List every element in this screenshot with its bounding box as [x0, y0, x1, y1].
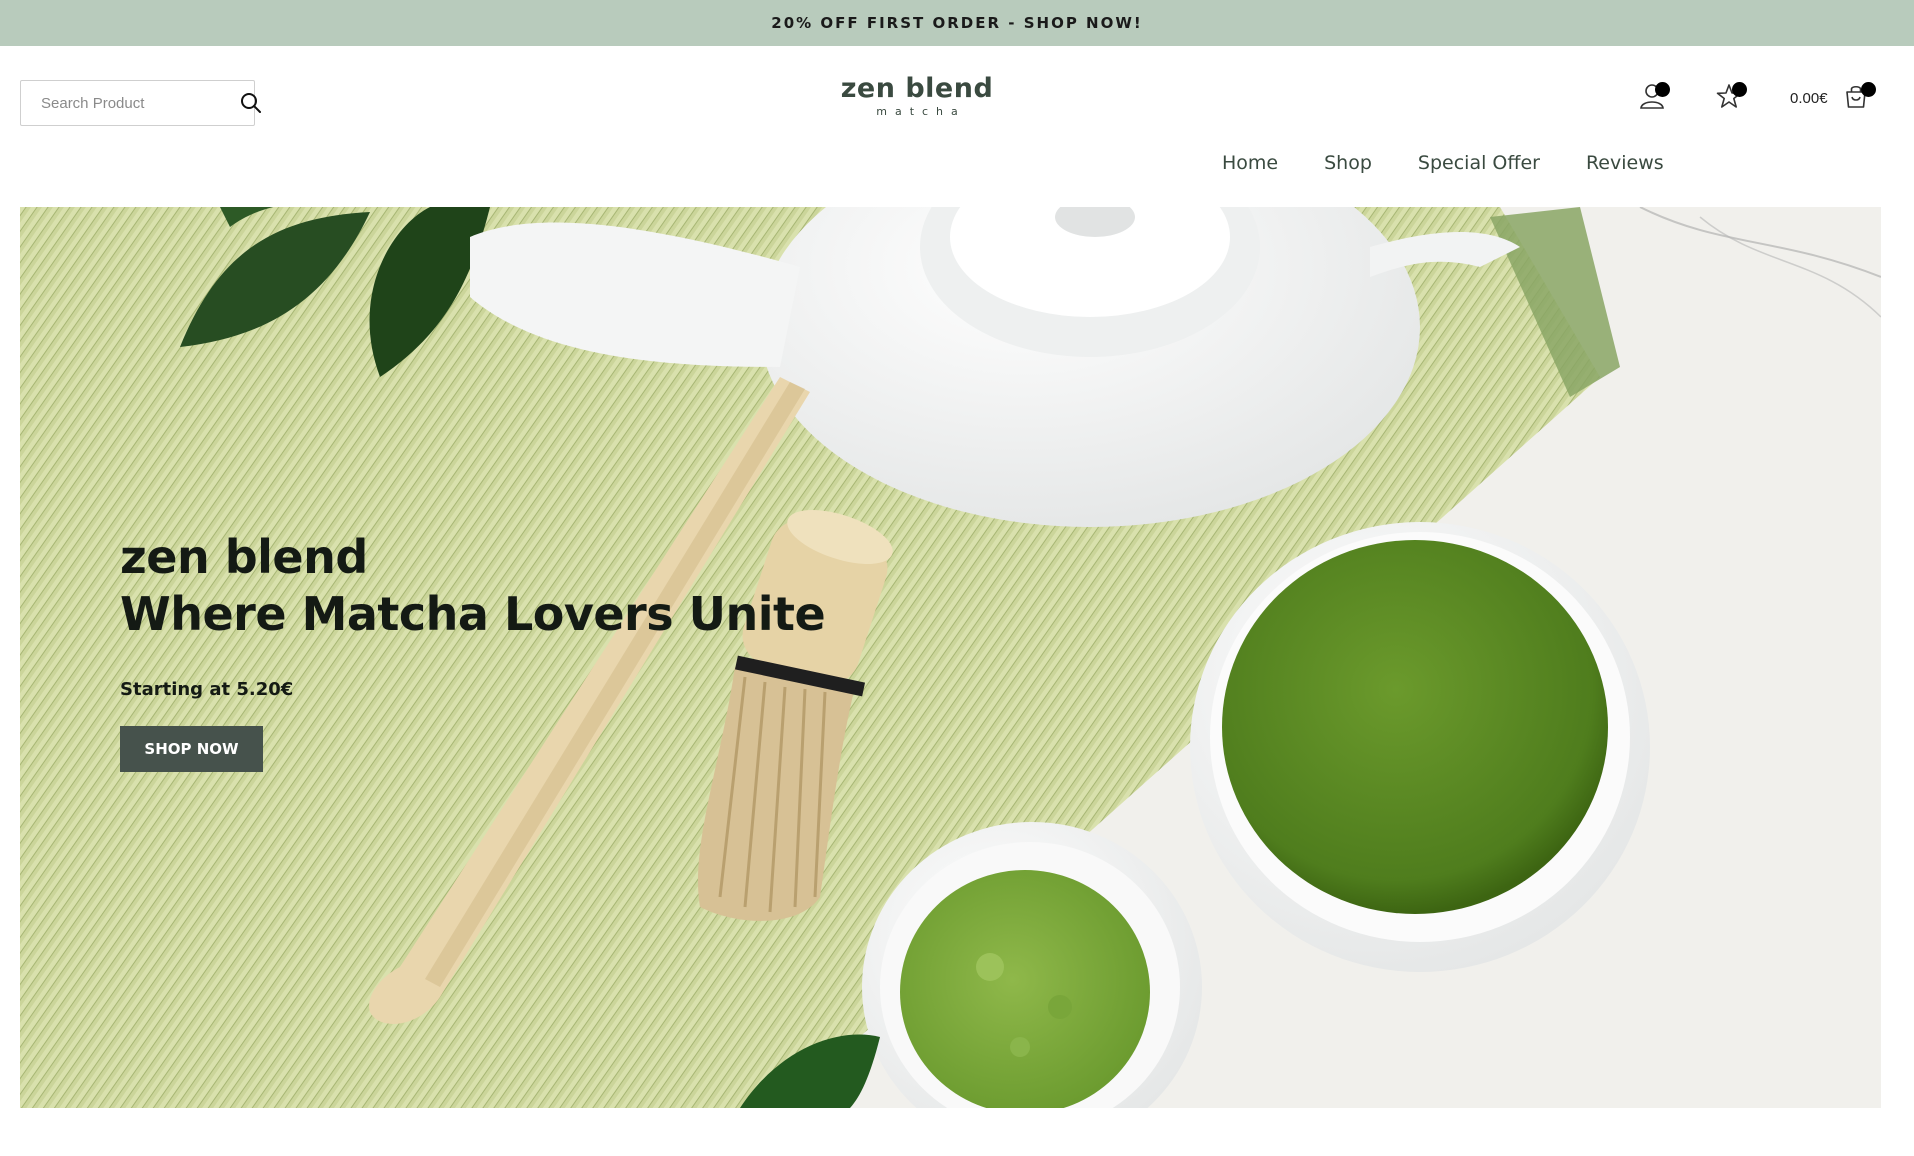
wishlist-badge [1732, 82, 1747, 97]
cart-total: 0.00€ [1790, 89, 1828, 107]
search-icon[interactable] [240, 92, 262, 114]
shop-now-button[interactable]: SHOP NOW [120, 726, 263, 772]
search-box [20, 80, 261, 126]
logo-tagline: matcha [876, 105, 966, 118]
cart-area[interactable]: 0.00€ [1790, 78, 1876, 118]
account-button[interactable] [1632, 78, 1672, 118]
hero-banner: zen blend Where Matcha Lovers Unite Star… [20, 207, 1881, 1108]
nav-item-home[interactable]: Home [1222, 152, 1278, 174]
cart-button[interactable] [1836, 78, 1876, 118]
announcement-link[interactable]: 20% OFF FIRST ORDER - SHOP NOW! [771, 14, 1142, 32]
hero-content: zen blend Where Matcha Lovers Unite Star… [120, 529, 826, 772]
hero-title: zen blend Where Matcha Lovers Unite [120, 529, 826, 643]
cart-badge [1860, 82, 1876, 97]
wishlist-button[interactable] [1709, 78, 1749, 118]
hero-title-line1: zen blend [120, 530, 368, 584]
nav-item-shop[interactable]: Shop [1324, 152, 1372, 174]
announcement-bar: 20% OFF FIRST ORDER - SHOP NOW! [0, 0, 1914, 46]
hero-price: Starting at 5.20€ [120, 679, 294, 700]
nav-item-reviews[interactable]: Reviews [1586, 152, 1664, 174]
logo-brand: zen blend [840, 73, 994, 104]
account-badge [1655, 82, 1670, 97]
main-nav: Home Shop Special Offer Reviews [1200, 146, 1664, 180]
site-logo[interactable]: zen blend matcha [837, 74, 997, 124]
search-input[interactable] [41, 94, 240, 112]
hero-title-line2: Where Matcha Lovers Unite [120, 587, 826, 641]
nav-item-special-offer[interactable]: Special Offer [1418, 152, 1540, 174]
